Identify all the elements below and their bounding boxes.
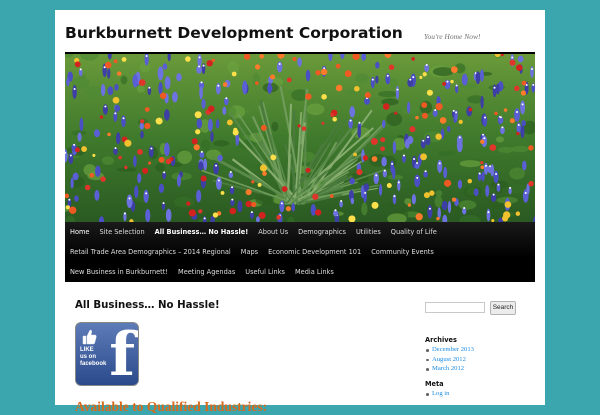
site-description: You're Home Now! bbox=[424, 32, 480, 41]
entry-title: All Business… No Hassle! bbox=[75, 300, 220, 311]
nav-item-all-business[interactable]: All Business… No Hassle! bbox=[150, 222, 254, 242]
nav-item-useful-links[interactable]: Useful Links bbox=[240, 262, 290, 282]
search-button[interactable]: Search bbox=[490, 301, 516, 315]
content-subheading: Available to Qualified Industries: bbox=[75, 399, 267, 415]
fb-like-line: LIKE bbox=[80, 347, 102, 354]
header-banner-image bbox=[65, 54, 535, 222]
nav-row: Home Site Selection All Business… No Has… bbox=[65, 222, 442, 242]
site-title[interactable]: Burkburnett Development Corporation bbox=[65, 24, 403, 42]
nav-item-economic-development[interactable]: Economic Development 101 bbox=[263, 242, 366, 262]
search-input[interactable] bbox=[425, 302, 485, 313]
nav-item-retail-trade-area[interactable]: Retail Trade Area Demographics – 2014 Re… bbox=[65, 242, 236, 262]
facebook-like-text: LIKE us on facebook bbox=[80, 347, 102, 368]
meta-widget-title: Meta bbox=[425, 380, 444, 388]
nav-item-quality-of-life[interactable]: Quality of Life bbox=[386, 222, 442, 242]
archives-widget-title: Archives bbox=[425, 336, 457, 344]
nav-item-media-links[interactable]: Media Links bbox=[290, 262, 339, 282]
nav-item-about-us[interactable]: About Us bbox=[253, 222, 293, 242]
fb-facebook-line: facebook bbox=[80, 361, 102, 368]
page-container: Burkburnett Development Corporation You'… bbox=[55, 10, 545, 405]
fb-us-on-line: us on bbox=[80, 354, 102, 361]
nav-item-community-events[interactable]: Community Events bbox=[366, 242, 439, 262]
meta-list: Log in bbox=[425, 389, 449, 399]
nav-item-maps[interactable]: Maps bbox=[236, 242, 263, 262]
main-navigation: Home Site Selection All Business… No Has… bbox=[65, 222, 535, 282]
archive-link[interactable]: March 2012 bbox=[425, 364, 474, 374]
facebook-f-icon: f bbox=[109, 325, 135, 385]
nav-row: New Business in Burkburnett! Meeting Age… bbox=[65, 262, 339, 282]
nav-item-demographics[interactable]: Demographics bbox=[293, 222, 351, 242]
nav-item-utilities[interactable]: Utilities bbox=[351, 222, 386, 242]
nav-item-home[interactable]: Home bbox=[65, 222, 94, 242]
nav-item-site-selection[interactable]: Site Selection bbox=[94, 222, 149, 242]
nav-item-meeting-agendas[interactable]: Meeting Agendas bbox=[173, 262, 240, 282]
nav-item-new-business[interactable]: New Business in Burkburnett! bbox=[65, 262, 173, 282]
nav-row: Retail Trade Area Demographics – 2014 Re… bbox=[65, 242, 439, 262]
archive-link[interactable]: December 2013 bbox=[425, 345, 474, 355]
facebook-like-badge[interactable]: LIKE us on facebook f bbox=[75, 322, 139, 386]
login-link[interactable]: Log in bbox=[425, 389, 449, 399]
thumbs-up-icon bbox=[81, 329, 97, 345]
archive-link[interactable]: August 2012 bbox=[425, 355, 474, 365]
archives-list: December 2013 August 2012 March 2012 bbox=[425, 345, 474, 374]
